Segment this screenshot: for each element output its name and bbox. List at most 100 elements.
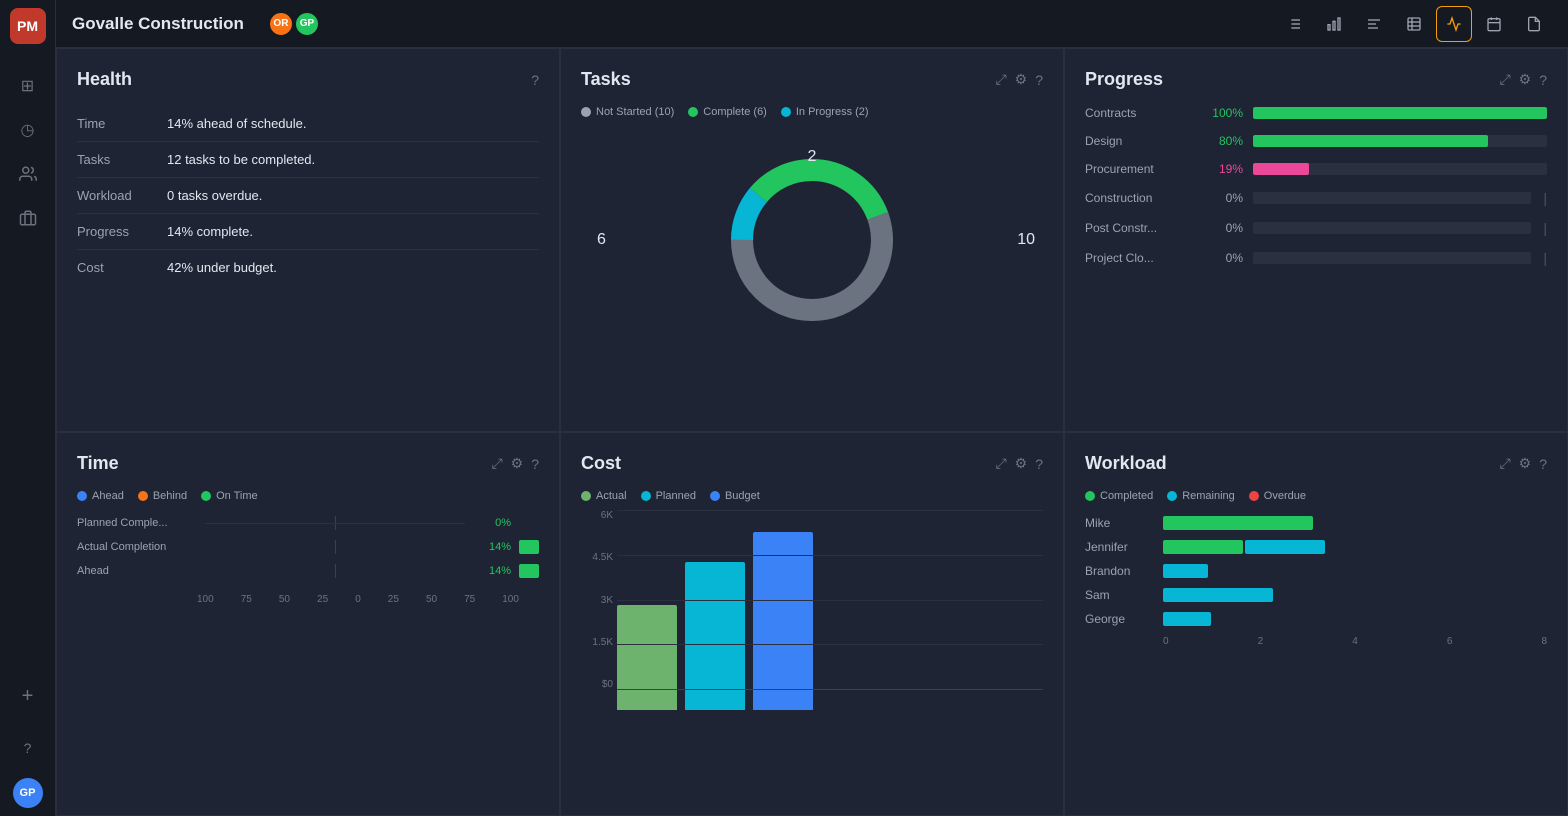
workload-bar-george-remaining	[1163, 612, 1211, 626]
tasks-gear-icon[interactable]: ⚙	[1015, 71, 1028, 88]
tasks-expand-icon[interactable]: ⤢	[995, 71, 1006, 88]
progress-row-projectclose: Project Clo... 0% |	[1085, 250, 1547, 266]
cost-y-0: $0	[581, 679, 613, 690]
health-value-time: 14% ahead of schedule.	[167, 116, 307, 131]
progress-name-construction: Construction	[1085, 191, 1195, 205]
time-axis-50l: 50	[279, 594, 290, 605]
progress-bar-fill-procurement	[1253, 163, 1309, 175]
time-pct-actual: 14%	[473, 541, 511, 553]
workload-bar-mike-completed	[1163, 516, 1313, 530]
health-controls: ?	[531, 72, 539, 88]
time-grid-line	[205, 523, 465, 524]
user-avatar[interactable]: GP	[13, 778, 43, 808]
nav-table-btn[interactable]	[1396, 6, 1432, 42]
progress-row-procurement: Procurement 19%	[1085, 162, 1547, 176]
time-bar-area-planned	[205, 516, 465, 530]
sidebar-item-home[interactable]: ⊞	[10, 68, 46, 104]
donut-label-right: 10	[1017, 231, 1035, 249]
workload-x-axis: 0 2 4 6 8	[1085, 636, 1547, 647]
progress-pct-postconstruction: 0%	[1205, 221, 1243, 235]
workload-bars-jennifer	[1163, 540, 1325, 554]
time-chart: Planned Comple... 0% Actual Completion	[77, 516, 539, 605]
tasks-title: Tasks	[581, 69, 631, 90]
avatar-gp[interactable]: GP	[294, 11, 320, 37]
health-table: Time 14% ahead of schedule. Tasks 12 tas…	[77, 106, 539, 285]
progress-panel: Progress ⤢ ⚙ ? Contracts 100% Design	[1064, 48, 1568, 432]
dashboard-grid: Health ? Time 14% ahead of schedule. Tas…	[56, 48, 1568, 816]
workload-name-george: George	[1085, 612, 1155, 626]
donut-label-left: 6	[597, 231, 606, 249]
sidebar-item-people[interactable]	[10, 156, 46, 192]
progress-row-contracts: Contracts 100%	[1085, 106, 1547, 120]
progress-bar-bg-design	[1253, 135, 1547, 147]
nav-dashboard-btn[interactable]	[1436, 6, 1472, 42]
tasks-panel-header: Tasks ⤢ ⚙ ?	[581, 69, 1043, 90]
legend-planned: Planned	[641, 490, 696, 502]
health-label-cost: Cost	[77, 260, 167, 275]
time-axis-0: 0	[355, 594, 361, 605]
progress-pct-projectclose: 0%	[1205, 251, 1243, 265]
health-row-time: Time 14% ahead of schedule.	[77, 106, 539, 142]
workload-bar-jennifer-remaining	[1245, 540, 1325, 554]
cost-gear-icon[interactable]: ⚙	[1015, 455, 1028, 472]
progress-help-icon[interactable]: ?	[1539, 72, 1547, 88]
legend-dot-overdue	[1249, 491, 1259, 501]
legend-dot-on-time	[201, 491, 211, 501]
health-help-icon[interactable]: ?	[531, 72, 539, 88]
legend-not-started: Not Started (10)	[581, 106, 674, 118]
nav-list-btn[interactable]	[1276, 6, 1312, 42]
time-bar-ahead	[519, 564, 539, 578]
legend-label-actual: Actual	[596, 490, 627, 502]
avatar-or[interactable]: OR	[268, 11, 294, 37]
time-axis-100l: 100	[197, 594, 214, 605]
nav-bar-btn[interactable]	[1316, 6, 1352, 42]
nav-calendar-btn[interactable]	[1476, 6, 1512, 42]
progress-expand-icon[interactable]: ⤢	[1499, 71, 1510, 88]
sidebar-help-button[interactable]: ?	[10, 730, 46, 766]
time-panel: Time ⤢ ⚙ ? Ahead Behind On Tim	[56, 432, 560, 816]
time-legend: Ahead Behind On Time	[77, 490, 539, 502]
workload-expand-icon[interactable]: ⤢	[1499, 455, 1510, 472]
time-label-actual: Actual Completion	[77, 541, 197, 553]
legend-label-in-progress: In Progress (2)	[796, 106, 869, 118]
cost-help-icon[interactable]: ?	[1035, 456, 1043, 472]
legend-ahead: Ahead	[77, 490, 124, 502]
workload-help-icon[interactable]: ?	[1539, 456, 1547, 472]
time-axis-100r: 100	[502, 594, 519, 605]
workload-panel: Workload ⤢ ⚙ ? Completed Remaining	[1064, 432, 1568, 816]
progress-bar-bg-procurement	[1253, 163, 1547, 175]
cost-y-45k: 4.5K	[581, 552, 613, 563]
progress-bar-fill-contracts	[1253, 107, 1547, 119]
workload-rows: Mike Jennifer Brandon	[1085, 516, 1547, 626]
time-expand-icon[interactable]: ⤢	[491, 455, 502, 472]
legend-overdue: Overdue	[1249, 490, 1306, 502]
sidebar-item-history[interactable]: ◷	[10, 112, 46, 148]
legend-dot-not-started	[581, 107, 591, 117]
app-logo[interactable]: PM	[10, 8, 46, 44]
time-help-icon[interactable]: ?	[531, 456, 539, 472]
main-content: Govalle Construction OR GP	[56, 0, 1568, 816]
time-axis-75r: 75	[464, 594, 475, 605]
legend-dot-planned	[641, 491, 651, 501]
workload-gear-icon[interactable]: ⚙	[1519, 455, 1532, 472]
sidebar-add-button[interactable]: +	[10, 678, 46, 714]
cost-title: Cost	[581, 453, 621, 474]
tasks-help-icon[interactable]: ?	[1035, 72, 1043, 88]
legend-dot-actual	[581, 491, 591, 501]
donut-chart-container: 2 6 10	[581, 130, 1043, 350]
time-gear-icon[interactable]: ⚙	[511, 455, 524, 472]
time-axis-75l: 75	[241, 594, 252, 605]
time-x-axis: 100 75 50 25 0 25 50 75 100	[77, 594, 539, 605]
cost-y-15k: 1.5K	[581, 637, 613, 648]
health-row-cost: Cost 42% under budget.	[77, 250, 539, 285]
nav-docs-btn[interactable]	[1516, 6, 1552, 42]
sidebar-item-portfolio[interactable]	[10, 200, 46, 236]
progress-name-projectclose: Project Clo...	[1085, 251, 1195, 265]
workload-name-sam: Sam	[1085, 588, 1155, 602]
sidebar-bottom: + ? GP	[10, 674, 46, 808]
progress-gear-icon[interactable]: ⚙	[1519, 71, 1532, 88]
cost-expand-icon[interactable]: ⤢	[995, 455, 1006, 472]
nav-timeline-btn[interactable]	[1356, 6, 1392, 42]
time-label-planned: Planned Comple...	[77, 517, 197, 529]
legend-dot-complete	[688, 107, 698, 117]
